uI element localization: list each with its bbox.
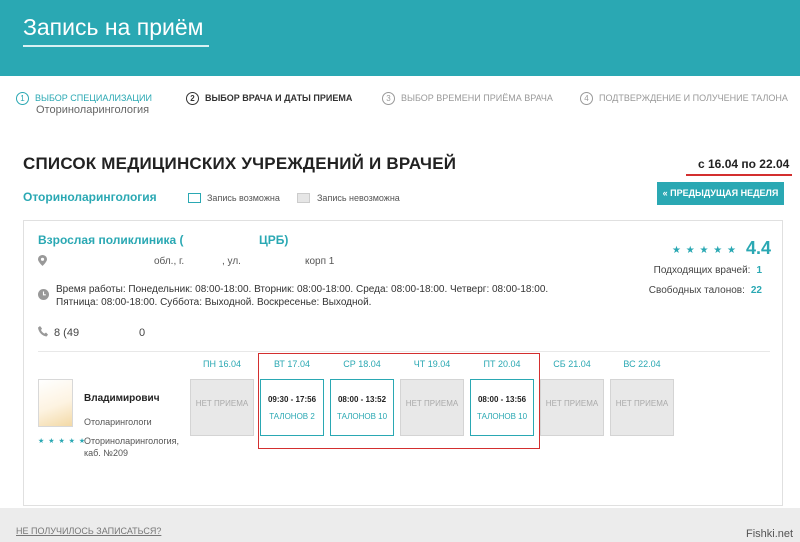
step-4: 4 Подтверждение и получение талона [580,92,788,105]
step-4-number: 4 [580,92,593,105]
step-1-selection: Оториноларингология [36,104,150,116]
clinic-name[interactable]: Взрослая поликлиника ( [38,233,184,247]
step-4-label: Подтверждение и получение талона [599,92,788,103]
clock-icon [38,289,49,300]
title-underline [23,45,209,47]
suitable-doctors-label: Подходящих врачей: [653,265,751,276]
map-pin-icon [38,255,47,266]
address-region: обл., г. [154,256,185,267]
help-link[interactable]: НЕ ПОЛУЧИЛОСЬ ЗАПИСАТЬСЯ? [16,526,161,536]
phone-icon [38,326,48,337]
doctor-name[interactable]: Владимирович [84,393,160,404]
clinic-rating-stars: ★ ★ ★ ★ ★ [672,245,737,256]
watermark: Fishki.net [746,528,794,540]
working-hours: Время работы: Понедельник: 08:00-18:00. … [56,284,549,308]
address-street: , ул. [222,256,241,267]
slot-sat: НЕТ ПРИЕМА [540,379,604,436]
legend-unavailable-swatch [297,193,310,203]
doctor-role: Отоларингологи [84,417,152,427]
app-header: Запись на приём [0,0,800,76]
step-2[interactable]: 2 Выбор врача и даты приема [186,92,352,105]
free-tickets-label: Свободных талонов: [648,285,745,296]
clinic-name-end[interactable]: ЦРБ) [259,233,288,247]
doctor-photo [38,379,73,427]
step-3-label: Выбор времени приёма врача [401,92,553,103]
day-header-mon: ПН 16.04 [203,359,241,369]
step-3: 3 Выбор времени приёма врача [382,92,553,105]
phone-end: 0 [139,327,146,339]
page-title: Запись на приём [23,14,204,40]
specialty-title: Оториноларингология [23,190,157,204]
clinic-rating: 4.4 [746,238,772,258]
highlight-annotation [258,353,540,449]
footer: НЕ ПОЛУЧИЛОСЬ ЗАПИСАТЬСЯ? Fishki.net [0,508,800,542]
suitable-doctors: Подходящих врачей: 1 [654,265,762,276]
step-2-number: 2 [186,92,199,105]
date-range-highlight [686,174,792,176]
phone-start: 8 (49 [54,327,80,339]
suitable-doctors-count: 1 [756,265,762,276]
previous-week-button[interactable]: « ПРЕДЫДУЩАЯ НЕДЕЛЯ [657,182,784,205]
step-1-number: 1 [16,92,29,105]
address-building: корп 1 [305,256,335,267]
clinic-card: Взрослая поликлиника ( ЦРБ) обл., г. , у… [23,220,783,506]
free-tickets-count: 22 [750,285,762,296]
slot-mon: НЕТ ПРИЕМА [190,379,254,436]
date-range: с 16.04 по 22.04 [698,157,790,171]
day-header-sat: СБ 21.04 [553,359,591,369]
doctor-specialty-room: Оториноларингология, каб. №209 [84,436,180,458]
step-1-label: Выбор специализации [35,92,152,103]
main-panel: СПИСОК МЕДИЦИНСКИХ УЧРЕЖДЕНИЙ И ВРАЧЕЙ с… [0,132,800,508]
legend-unavailable: Запись невозможна [317,193,400,203]
day-header-sun: ВС 22.04 [623,359,661,369]
doctor-rating-stars: ★ ★ ★ ★ ★ [38,438,87,445]
free-tickets: Свободных талонов: 22 [649,285,762,296]
step-2-label: Выбор врача и даты приема [205,92,353,103]
legend-available-swatch [188,193,201,203]
step-3-number: 3 [382,92,395,105]
section-divider [38,351,770,352]
list-title: СПИСОК МЕДИЦИНСКИХ УЧРЕЖДЕНИЙ И ВРАЧЕЙ [23,154,457,173]
slot-sun: НЕТ ПРИЕМА [610,379,674,436]
legend-available: Запись возможна [207,193,280,203]
